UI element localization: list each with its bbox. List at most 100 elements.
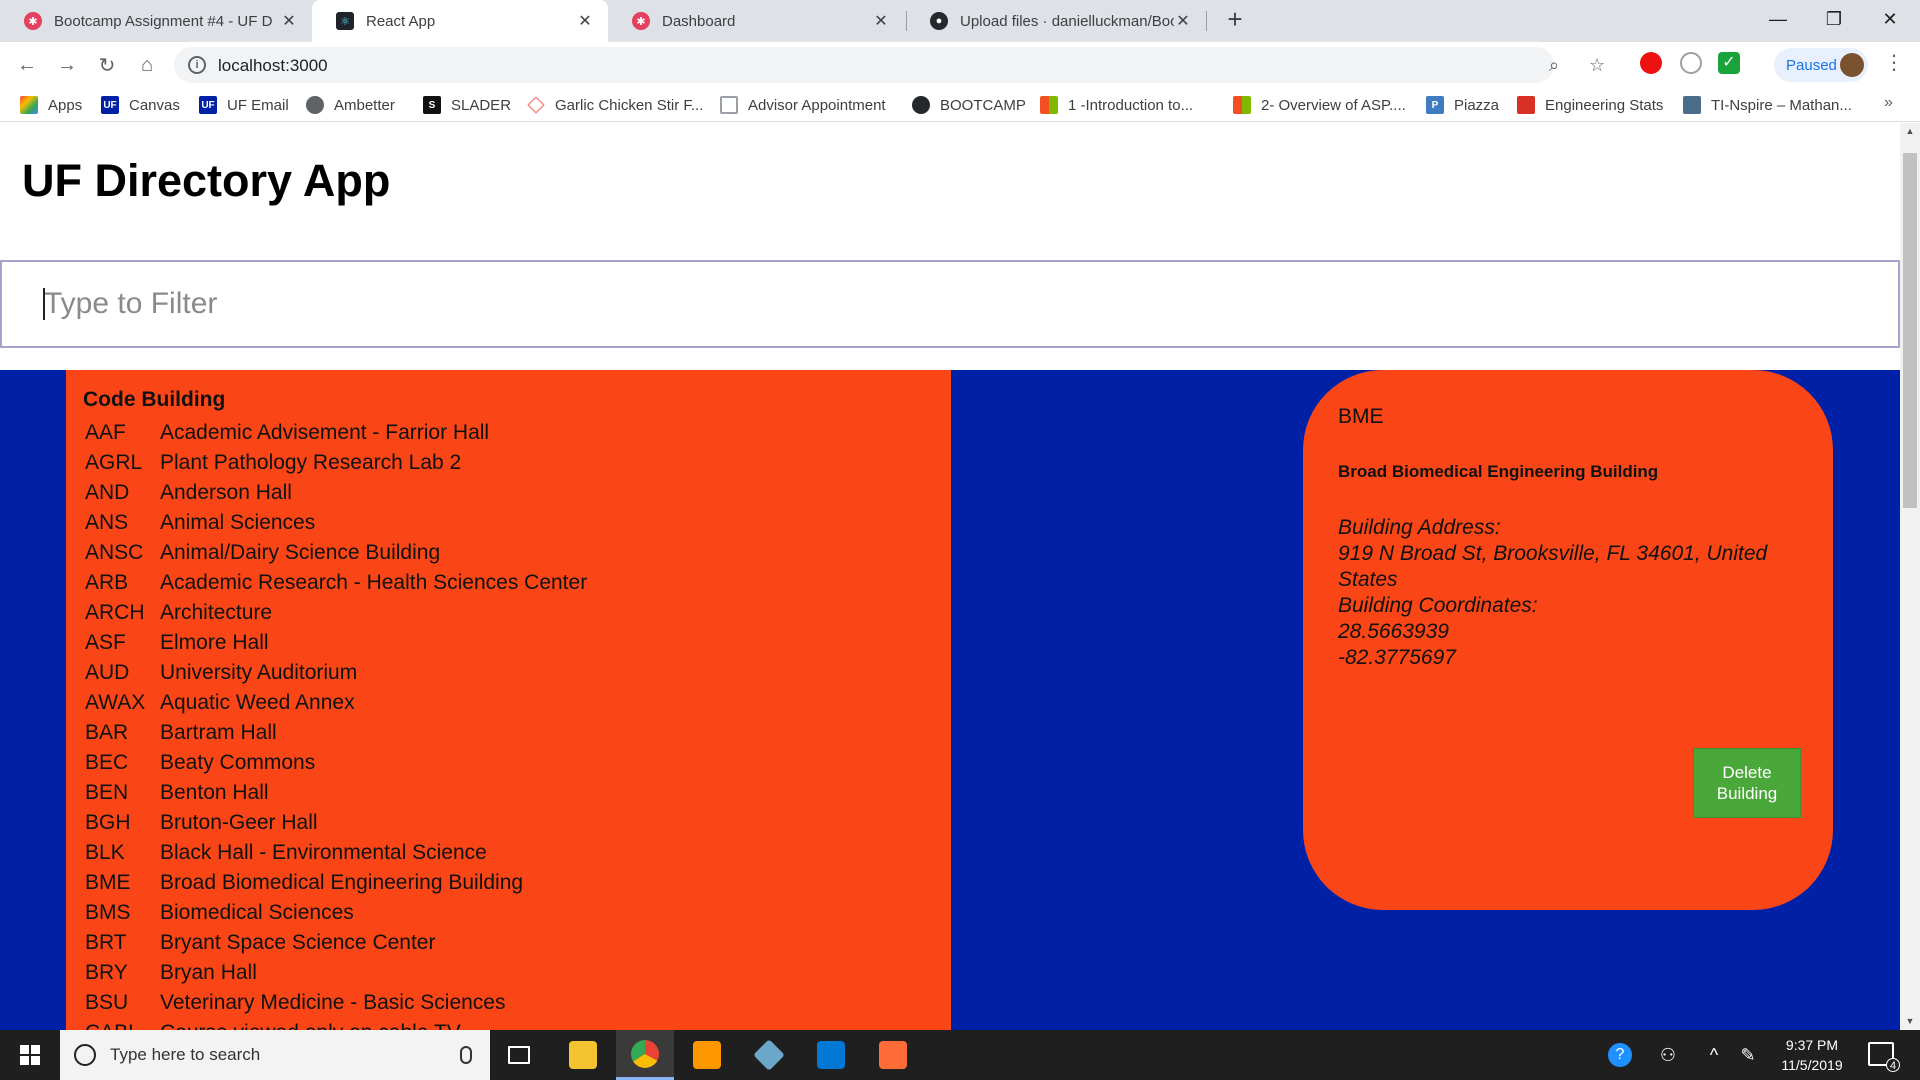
bookmark-engineering-stats[interactable]: Engineering Stats xyxy=(1517,94,1663,116)
table-row[interactable]: ARB Academic Research - Health Sciences C… xyxy=(85,568,905,598)
close-tab-icon[interactable]: ✕ xyxy=(576,11,594,31)
adblock-extension-icon[interactable] xyxy=(1640,52,1662,74)
scroll-thumb[interactable] xyxy=(1903,153,1917,508)
file-explorer-app[interactable] xyxy=(554,1030,612,1080)
table-row[interactable]: AND Anderson Hall xyxy=(85,478,905,508)
tab-dashboard[interactable]: ✱ Dashboard ✕ xyxy=(608,0,904,42)
bookmark-ambetter[interactable]: Ambetter xyxy=(306,94,395,116)
table-row[interactable]: AWAX Aquatic Weed Annex xyxy=(85,688,905,718)
people-icon[interactable]: ⚇ xyxy=(1652,1030,1684,1080)
tab-react-app[interactable]: ⚛ React App ✕ xyxy=(312,0,608,42)
notification-center-icon[interactable]: 4 xyxy=(1868,1042,1900,1072)
table-row[interactable]: BLK Black Hall - Environmental Science xyxy=(85,838,905,868)
close-tab-icon[interactable]: ✕ xyxy=(280,11,298,31)
bookmark-introduction[interactable]: 1 -Introduction to... xyxy=(1040,94,1193,116)
address-bar[interactable]: i localhost:3000 ⌕ ☆ xyxy=(174,47,1605,83)
more-bookmarks-icon[interactable]: » xyxy=(1884,94,1893,112)
table-row[interactable]: AUD University Auditorium xyxy=(85,658,905,688)
reload-button[interactable]: ↻ xyxy=(92,50,122,80)
back-button[interactable]: ← xyxy=(12,50,42,80)
building-name: Course viewed only on cable TV xyxy=(160,1021,461,1030)
task-view-icon xyxy=(508,1046,530,1064)
table-row[interactable]: AGRL Plant Pathology Research Lab 2 xyxy=(85,448,905,478)
help-icon[interactable]: ? xyxy=(1604,1030,1636,1080)
chrome-icon xyxy=(631,1039,659,1068)
bookmark-label: Canvas xyxy=(129,96,180,114)
clock[interactable]: 9:37 PM 11/5/2019 xyxy=(1762,1035,1862,1075)
microphone-icon[interactable] xyxy=(460,1046,472,1064)
scroll-up-icon[interactable]: ▲ xyxy=(1900,123,1920,140)
forward-button[interactable]: → xyxy=(52,50,82,80)
minimize-button[interactable]: — xyxy=(1750,0,1806,38)
filter-input[interactable] xyxy=(0,260,1900,348)
table-row[interactable]: AAF Academic Advisement - Farrior Hall xyxy=(85,418,905,448)
restore-button[interactable]: ❐ xyxy=(1806,0,1862,38)
bookmark-uf-email[interactable]: UF UF Email xyxy=(199,94,289,116)
table-row[interactable]: BAR Bartram Hall xyxy=(85,718,905,748)
zoom-icon[interactable]: ⌕ xyxy=(1549,55,1559,76)
table-row[interactable]: BSU Veterinary Medicine - Basic Sciences xyxy=(85,988,905,1018)
git-app[interactable] xyxy=(740,1030,798,1080)
building-code: AWAX xyxy=(85,691,146,714)
close-tab-icon[interactable]: ✕ xyxy=(1174,11,1192,31)
building-name: Academic Advisement - Farrior Hall xyxy=(160,421,490,444)
bookmark-bootcamp[interactable]: BOOTCAMP xyxy=(912,94,1026,116)
bookmark-advisor-appointment[interactable]: Advisor Appointment xyxy=(720,94,886,116)
building-code: BMS xyxy=(85,901,131,924)
bookmark-ti-nspire[interactable]: TI-Nspire – Mathan... xyxy=(1683,94,1852,116)
detail-name: Broad Biomedical Engineering Building xyxy=(1338,462,1659,481)
table-row[interactable]: ANS Animal Sciences xyxy=(85,508,905,538)
tab-github-upload[interactable]: ● Upload files · danielluckman/Boo ✕ xyxy=(906,0,1206,42)
info-icon[interactable]: i xyxy=(188,56,206,74)
chrome-app[interactable] xyxy=(616,1030,674,1080)
bookmark-label: Ambetter xyxy=(334,96,395,114)
start-button[interactable] xyxy=(0,1030,60,1080)
table-row[interactable]: ARCH Architecture xyxy=(85,598,905,628)
home-button[interactable]: ⌂ xyxy=(132,50,162,80)
show-hidden-icons[interactable]: ^ xyxy=(1700,1030,1728,1080)
building-name: Aquatic Weed Annex xyxy=(160,691,355,714)
table-row[interactable]: BMS Biomedical Sciences xyxy=(85,898,905,928)
taskbar-search[interactable]: Type here to search xyxy=(60,1030,490,1080)
tab-bootcamp-assignment[interactable]: ✱ Bootcamp Assignment #4 - UF D ✕ xyxy=(0,0,312,42)
bookmark-label: 1 -Introduction to... xyxy=(1068,96,1194,114)
delete-building-button[interactable]: Delete Building xyxy=(1693,748,1801,818)
building-name: Architecture xyxy=(160,601,273,624)
bookmark-garlic-chicken[interactable]: Garlic Chicken Stir F... xyxy=(527,94,703,116)
table-row[interactable]: BME Broad Biomedical Engineering Building xyxy=(85,868,905,898)
table-row[interactable]: BRT Bryant Space Science Center xyxy=(85,928,905,958)
table-row[interactable]: BGH Bruton-Geer Hall xyxy=(85,808,905,838)
building-name: Benton Hall xyxy=(160,781,269,804)
vscode-app[interactable] xyxy=(802,1030,860,1080)
page-scrollbar[interactable]: ▲ ▼ xyxy=(1900,123,1920,1030)
bookmark-overview-asp[interactable]: 2- Overview of ASP.... xyxy=(1233,94,1406,116)
bookmark-canvas[interactable]: UF Canvas xyxy=(101,94,180,116)
scroll-down-icon[interactable]: ▼ xyxy=(1900,1013,1920,1030)
postman-app[interactable] xyxy=(864,1030,922,1080)
extension-icon[interactable] xyxy=(1680,52,1702,74)
table-row[interactable]: ANSC Animal/Dairy Science Building xyxy=(85,538,905,568)
bookmark-apps[interactable]: Apps xyxy=(20,94,82,116)
table-row[interactable]: BEC Beaty Commons xyxy=(85,748,905,778)
bookmark-label: Piazza xyxy=(1454,96,1500,114)
bookmark-slader[interactable]: S SLADER xyxy=(423,94,511,116)
table-row[interactable]: BRY Bryan Hall xyxy=(85,958,905,988)
close-tab-icon[interactable]: ✕ xyxy=(872,11,890,31)
sublime-text-app[interactable] xyxy=(678,1030,736,1080)
close-window-button[interactable]: ✕ xyxy=(1862,0,1918,38)
table-row[interactable]: CABLCourse viewed only on cable TV xyxy=(85,1018,905,1030)
profile-button[interactable]: Paused xyxy=(1774,48,1868,82)
bookmark-piazza[interactable]: P Piazza xyxy=(1426,94,1499,116)
task-view-button[interactable] xyxy=(490,1030,548,1080)
bookmark-star-icon[interactable]: ☆ xyxy=(1589,55,1605,76)
search-placeholder: Type here to search xyxy=(110,1045,261,1064)
table-row[interactable]: ASF Elmore Hall xyxy=(85,628,905,658)
new-tab-button[interactable]: + xyxy=(1221,6,1249,34)
building-table: AAF Academic Advisement - Farrior Hall AGR… xyxy=(85,418,905,1030)
pen-icon[interactable]: ✎ xyxy=(1734,1030,1762,1080)
checkmark-extension-icon[interactable]: ✓ xyxy=(1718,52,1740,74)
building-name: University Auditorium xyxy=(160,661,358,684)
table-row[interactable]: BEN Benton Hall xyxy=(85,778,905,808)
building-name: Broad Biomedical Engineering Building xyxy=(160,871,524,894)
more-menu-icon[interactable]: ⋮ xyxy=(1884,50,1904,75)
